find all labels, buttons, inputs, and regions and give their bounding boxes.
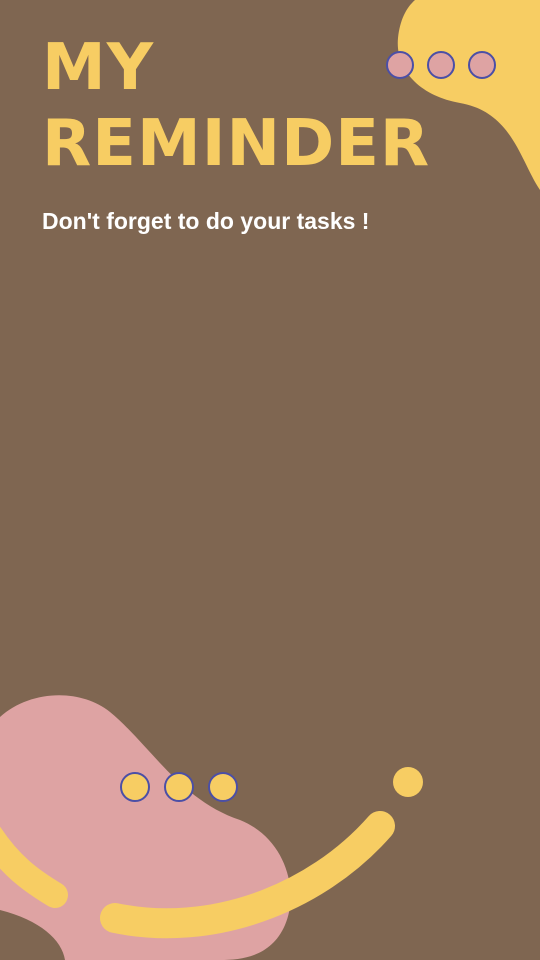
title-line-2: REMINDER xyxy=(42,107,431,181)
yellow-dot-1 xyxy=(120,772,150,802)
yellow-dots-bottom xyxy=(120,772,238,802)
pink-dot-2 xyxy=(427,51,455,79)
title-line-1: MY xyxy=(42,31,155,105)
pink-dot-3 xyxy=(468,51,496,79)
yellow-dot-small xyxy=(393,767,423,797)
reminder-story-card: MY REMINDER Don't forget to do your task… xyxy=(0,0,540,960)
page-title: MY REMINDER xyxy=(42,30,430,182)
reminder-subtitle: Don't forget to do your tasks ! xyxy=(42,208,370,234)
yellow-dot-2 xyxy=(164,772,194,802)
yellow-dot-3 xyxy=(208,772,238,802)
